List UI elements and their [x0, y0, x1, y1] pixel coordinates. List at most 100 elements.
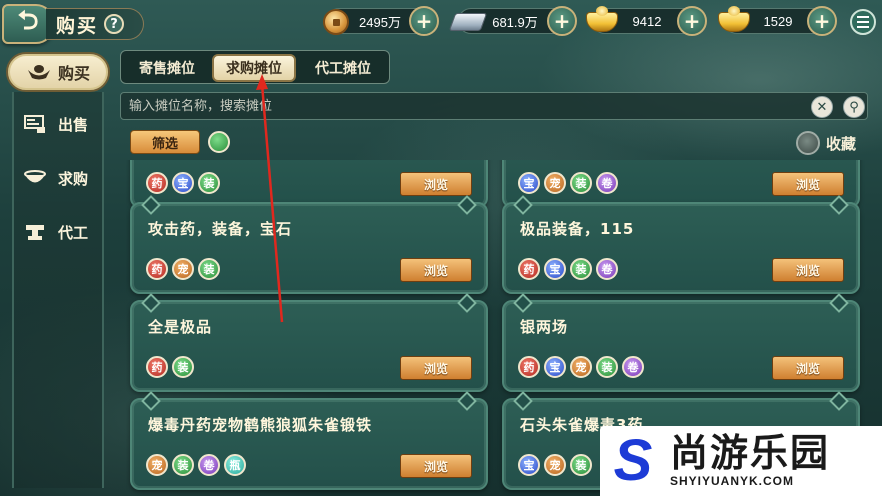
pet-icon: 宠 — [172, 258, 194, 280]
tab-consignment[interactable]: 寄售摊位 — [125, 54, 209, 82]
add-gold-button[interactable]: + — [677, 6, 707, 36]
sidebar-item-buy[interactable]: 购买 — [6, 52, 110, 92]
pet-icon: 宠 — [544, 454, 566, 476]
stall-card-title: 极品装备，115 — [520, 220, 635, 238]
stall-card[interactable]: 全是极品药装 浏览 — [130, 300, 488, 392]
watermark-logo: S — [613, 428, 653, 493]
scroll-icon: 卷 — [596, 258, 618, 280]
add-silver-button[interactable]: + — [547, 6, 577, 36]
equip-icon: 装 — [570, 454, 592, 476]
stall-card[interactable]: 爆毒丹药宠物鹤熊狼狐朱雀锻铁宠装卷瓶 浏览 — [130, 398, 488, 490]
pet-icon: 宠 — [570, 356, 592, 378]
scroll-icon: 卷 — [596, 172, 618, 194]
browse-button[interactable]: 浏览 — [400, 454, 472, 478]
help-icon[interactable]: ? — [104, 14, 125, 34]
stall-category-icons: 宝宠装卷 — [518, 172, 618, 194]
search-bar: ✕ ⚲ — [120, 92, 868, 120]
equipment-filter-icon[interactable] — [208, 131, 230, 153]
stall-category-icons: 宠装卷瓶 — [146, 454, 246, 476]
stall-category-icons: 药宝装卷 — [518, 258, 618, 280]
currency-gold-2: 1529 + — [718, 6, 837, 36]
equip-icon: 装 — [172, 454, 194, 476]
stall-category-icons: 药装 — [146, 356, 194, 378]
scroll-icon: 卷 — [198, 454, 220, 476]
stall-tabs: 寄售摊位 求购摊位 代工摊位 — [120, 50, 390, 84]
search-input[interactable] — [129, 95, 799, 117]
add-gold-2-button[interactable]: + — [807, 6, 837, 36]
sidebar-item-label: 购买 — [57, 64, 90, 83]
stall-card-title: 全是极品 — [148, 318, 213, 336]
medicine-icon: 药 — [146, 172, 168, 194]
stall-category-icons: 药宠装 — [146, 258, 220, 280]
medicine-icon: 药 — [518, 356, 540, 378]
browse-button[interactable]: 浏览 — [772, 356, 844, 380]
medicine-icon: 药 — [146, 258, 168, 280]
currency-silver: 681.9万 + — [448, 6, 577, 36]
silver-ingot-icon — [448, 5, 488, 39]
page-title: 购买 — [56, 14, 99, 37]
watermark-title: 尚游乐园 — [670, 431, 831, 476]
filter-button[interactable]: 筛选 — [130, 130, 200, 154]
stall-card-title: 攻击药，装备，宝石 — [148, 220, 293, 238]
browse-button[interactable]: 浏览 — [400, 172, 472, 196]
medicine-icon: 药 — [518, 258, 540, 280]
stall-card[interactable]: 药宝装 浏览 — [130, 160, 488, 208]
stall-card-title: 爆毒丹药宠物鹤熊狼狐朱雀锻铁 — [148, 416, 373, 434]
search-icon[interactable]: ⚲ — [843, 96, 865, 118]
sidebar-item-label: 求购 — [58, 169, 89, 188]
currency-copper: 2495万 + — [323, 6, 439, 36]
gold-ingot-icon — [717, 5, 751, 39]
bowl-icon — [22, 167, 48, 189]
sidebar-item-craft[interactable]: 代工 — [14, 214, 100, 250]
potion-icon: 瓶 — [224, 454, 246, 476]
add-copper-button[interactable]: + — [409, 6, 439, 36]
browse-button[interactable]: 浏览 — [400, 356, 472, 380]
gem-icon: 宝 — [518, 454, 540, 476]
tab-request-stall[interactable]: 求购摊位 — [212, 54, 296, 82]
stall-category-icons: 药宝宠装卷 — [518, 356, 644, 378]
browse-button[interactable]: 浏览 — [772, 258, 844, 282]
scroll-icon: 卷 — [622, 356, 644, 378]
sidebar-item-label: 出售 — [58, 115, 89, 134]
browse-button[interactable]: 浏览 — [772, 172, 844, 196]
anvil-icon — [22, 221, 48, 243]
gem-icon: 宝 — [518, 172, 540, 194]
stall-card[interactable]: 宝宠装卷 浏览 — [502, 160, 860, 208]
pet-icon: 宠 — [146, 454, 168, 476]
watermark: S 尚游乐园 SHYIYUANYK.COM — [600, 426, 882, 496]
back-arrow-icon: ⮌ — [17, 6, 39, 36]
medicine-icon: 药 — [146, 356, 168, 378]
tab-craft-stall[interactable]: 代工摊位 — [301, 54, 385, 82]
sidebar: 购买 出售 求购 代工 — [6, 48, 110, 488]
equip-icon: 装 — [570, 172, 592, 194]
currency-gold: 9412 + — [586, 6, 707, 36]
gem-icon: 宝 — [544, 356, 566, 378]
menu-icon[interactable] — [850, 9, 876, 35]
stall-icon — [22, 113, 48, 135]
pet-icon: 宠 — [544, 172, 566, 194]
equip-icon: 装 — [198, 172, 220, 194]
sidebar-item-label: 代工 — [58, 223, 89, 242]
favorites-toggle[interactable] — [796, 131, 820, 155]
stall-card[interactable]: 极品装备，115 药宝装卷 浏览 — [502, 202, 860, 294]
stall-category-icons: 宝宠装 — [518, 454, 592, 476]
clear-icon[interactable]: ✕ — [811, 96, 833, 118]
equip-icon: 装 — [596, 356, 618, 378]
title-plate: 购买 ? — [46, 8, 144, 40]
watermark-url: SHYIYUANYK.COM — [670, 473, 795, 488]
sidebar-item-sell[interactable]: 出售 — [14, 106, 100, 142]
equip-icon: 装 — [198, 258, 220, 280]
copper-coin-icon — [319, 5, 353, 39]
sidebar-panel — [12, 92, 104, 488]
sidebar-item-request[interactable]: 求购 — [14, 160, 100, 196]
favorites-label: 收藏 — [826, 135, 857, 153]
ingot-icon — [26, 61, 52, 83]
browse-button[interactable]: 浏览 — [400, 258, 472, 282]
stall-card[interactable]: 银两场药宝宠装卷 浏览 — [502, 300, 860, 392]
stall-card[interactable]: 攻击药，装备，宝石药宠装 浏览 — [130, 202, 488, 294]
gem-icon: 宝 — [544, 258, 566, 280]
stall-card-title: 银两场 — [520, 318, 569, 336]
equip-icon: 装 — [172, 356, 194, 378]
stall-category-icons: 药宝装 — [146, 172, 220, 194]
gem-icon: 宝 — [172, 172, 194, 194]
